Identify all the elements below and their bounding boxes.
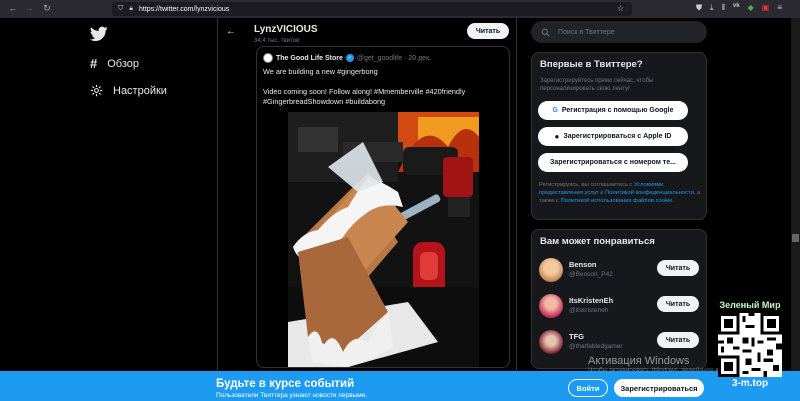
phone-signup-label: Зарегистрироваться с номером те... [550,159,676,166]
suggestion-handle: @itskristeneh [569,307,609,314]
register-button[interactable]: Зарегистрироваться [614,379,704,397]
avatar[interactable] [263,53,273,63]
qr-overlay: Зеленый Мир 3-m.top [714,300,786,391]
browser-toolbar: ← → ↻ ⛉ 🔒︎ https://twitter.com/lynzvicio… [0,0,800,18]
follow-button[interactable]: Читать [467,23,509,39]
back-arrow-icon[interactable]: ← [226,26,236,37]
login-button[interactable]: Войти [568,379,608,397]
avatar[interactable] [539,294,563,318]
shield-icon: ⛉ [118,5,124,12]
address-bar[interactable]: ⛉ 🔒︎ https://twitter.com/lynzvicious ☆ [112,2,632,16]
signup-subtitle: Зарегистрируйтесь прямо сейчас, чтобы пе… [540,78,654,92]
who-to-follow-card: Вам может понравиться Benson @Benson_P42… [531,229,707,369]
verified-badge-icon: ✓ [345,54,354,62]
author-name[interactable]: The Good Life Store [276,55,343,62]
tweet-count: 34,4 тыс. твитов [254,38,300,44]
author-handle-date: @get_goodlife · 20 дек. [356,54,432,62]
follow-button[interactable]: Читать [657,296,699,312]
search-input[interactable]: Поиск в Твиттере [531,21,707,43]
google-signup-button[interactable]: G Регистрация с помощью Google [538,101,688,120]
hashtag-icon: # [90,56,98,71]
suggestion-name[interactable]: ItsKristenEh [569,296,613,305]
nav-item-settings[interactable]: Настройки [90,84,167,97]
legal-text: Регистрируясь, вы соглашаетесь с Условия… [539,181,701,205]
who-to-follow-title: Вам может понравиться [540,236,655,247]
tweet-text-line: Video coming soon! Follow along! #Mmembe… [263,87,466,96]
windows-activation-watermark: Активация Windows [588,355,690,367]
profile-name: LynzVICIOUS [254,24,318,35]
qr-code-icon [718,313,782,377]
apple-icon: ● [554,132,560,141]
signup-card: Впервые в Твиттере? Зарегистрируйтесь пр… [531,52,707,220]
tweet-text: We are building a new #gingerbong Video … [263,67,503,107]
page-scrollbar[interactable] [791,18,800,371]
apple-signup-button[interactable]: ● Зарегистрироваться с Apple ID [538,127,688,146]
overlay-title: Зеленый Мир [719,300,781,310]
google-signup-label: Регистрация с помощью Google [561,107,674,114]
tweet-text-spacer [263,77,503,87]
suggestion-name[interactable]: Benson [569,260,597,269]
twitter-logo-icon[interactable] [90,26,108,42]
suggestion-handle: @thatfabledgamer [569,343,623,350]
suggestion-handle: @Benson_P42 [569,271,613,278]
banner-title: Будьте в курсе событий [216,378,355,390]
extension-icon[interactable]: ◆ [748,3,754,13]
tweet-image[interactable] [288,112,479,367]
follow-button[interactable]: Читать [657,332,699,348]
privacy-link[interactable]: Политикой конфиденциальности [605,190,694,196]
phone-signup-button[interactable]: Зарегистрироваться с номером те... [538,153,688,172]
download-icon[interactable]: ⤓ [710,3,714,13]
nav-item-explore[interactable]: # Обзор [90,56,139,71]
vk-icon[interactable]: vk [733,3,740,13]
scrollbar-thumb[interactable] [792,234,799,242]
google-icon: G [552,107,558,114]
search-placeholder: Поиск в Твиттере [558,28,615,36]
cookies-link[interactable]: Политикой использования файлов cookie [561,198,673,204]
quoted-tweet-header: The Good Life Store ✓ @get_goodlife · 20… [263,53,431,63]
legal-end: . [672,198,675,204]
tweet-text-line: We are building a new #gingerbong [263,67,378,76]
nav-item-label: Обзор [107,57,140,70]
follow-button[interactable]: Читать [657,260,699,276]
pocket-icon[interactable]: ⛊ [696,3,702,13]
overlay-url: 3-m.top [731,378,769,389]
menu-icon[interactable]: ≡ [777,3,782,13]
bookmark-star-icon[interactable]: ☆ [617,4,624,13]
suggestion-name[interactable]: TFG [569,332,584,341]
gingerbread-house-photo [288,112,479,367]
banner-subtitle: Пользователи Твиттера узнают новости пер… [216,392,368,399]
notification-extension-icon[interactable]: ▣ [762,3,770,13]
reload-icon[interactable]: ↻ [38,3,56,14]
quoted-tweet[interactable]: The Good Life Store ✓ @get_goodlife · 20… [256,46,510,368]
toolbar-icons: ⛊ ⤓ ⫴ vk ◆ ▣ ≡ [696,3,782,13]
gear-icon [90,84,103,97]
library-icon[interactable]: ⫴ [722,3,725,13]
apple-signup-label: Зарегистрироваться с Apple ID [563,133,672,140]
suggestion-item[interactable]: Benson @Benson_P42 Читать [539,256,704,284]
main-column: ← LynzVICIOUS 34,4 тыс. твитов Читать Th… [217,18,517,371]
tweet-text-line: #GingerbreadShowdown #buildabong [263,97,386,106]
signup-banner: Будьте в курсе событий Пользователи Твит… [0,371,800,401]
legal-prefix: Регистрируясь, вы соглашаетесь с [539,182,634,188]
forward-nav-icon[interactable]: → [20,3,38,13]
suggestion-item[interactable]: ItsKristenEh @itskristeneh Читать [539,292,704,320]
avatar[interactable] [539,330,563,354]
search-icon [541,28,550,37]
lock-icon: 🔒︎ [129,5,133,12]
avatar[interactable] [539,258,563,282]
suggestion-item[interactable]: TFG @thatfabledgamer Читать [539,328,704,356]
signup-title: Впервые в Твиттере? [540,59,643,70]
nav-item-label: Настройки [113,84,167,97]
url-text: https://twitter.com/lynzvicious [138,5,230,13]
